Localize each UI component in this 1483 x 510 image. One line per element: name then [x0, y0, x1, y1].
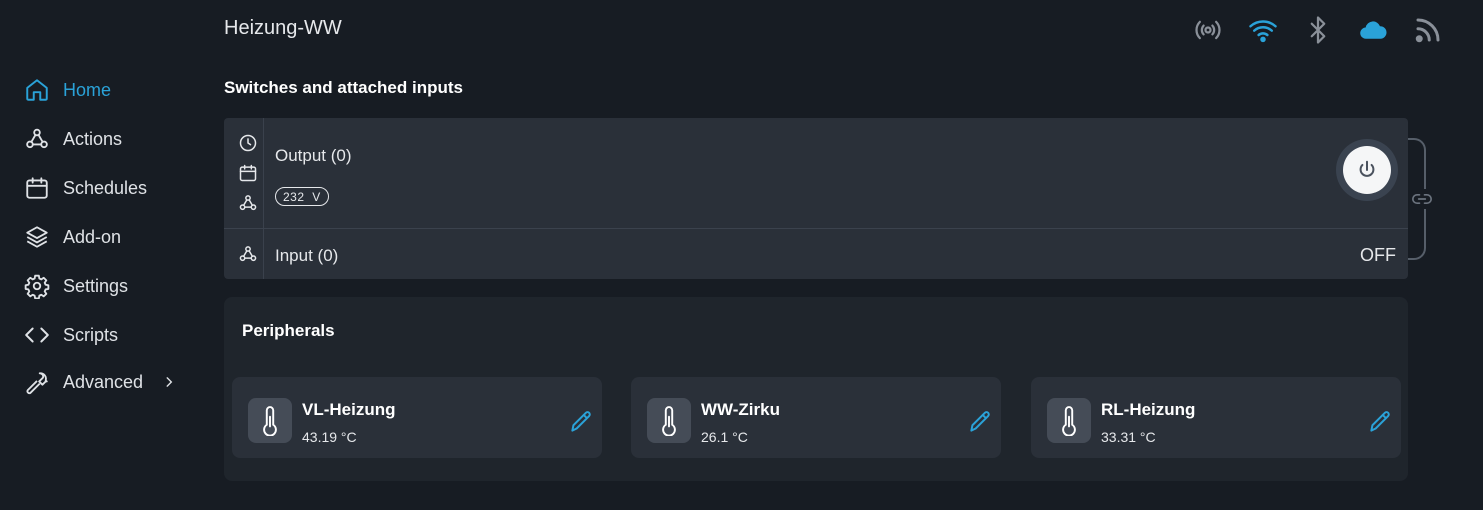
layers-icon	[26, 226, 48, 248]
thermometer-icon	[647, 398, 691, 443]
device-title: Heizung-WW	[224, 17, 342, 39]
peripherals-panel: Peripherals VL-Heizung 43.19 °C WW-Zirku…	[224, 297, 1408, 481]
peripheral-name: RL-Heizung	[1101, 400, 1196, 419]
sidebar-item-settings[interactable]: Settings	[24, 266, 128, 306]
link-icon[interactable]	[1411, 189, 1433, 209]
sidebar-item-scripts[interactable]: Scripts	[24, 315, 118, 355]
bluetooth-icon[interactable]	[1290, 14, 1345, 46]
sidebar-item-add-on[interactable]: Add-on	[24, 217, 121, 257]
peripheral-card[interactable]: RL-Heizung 33.31 °C	[1031, 377, 1401, 458]
sidebar-item-schedules[interactable]: Schedules	[24, 168, 147, 208]
peripheral-value: 43.19 °C	[302, 429, 357, 445]
output-label: Output (0)	[275, 146, 352, 165]
wifi-icon[interactable]	[1235, 14, 1290, 46]
peripheral-name: WW-Zirku	[701, 400, 780, 419]
sidebar-item-label: Advanced	[63, 371, 144, 392]
gear-icon	[24, 274, 50, 299]
pencil-icon[interactable]	[1367, 409, 1393, 435]
peripheral-name: VL-Heizung	[302, 400, 396, 419]
sidebar-item-label: Home	[63, 79, 112, 100]
webhook-icon[interactable]	[238, 193, 258, 213]
power-icon	[1359, 160, 1375, 177]
thermometer-icon	[248, 398, 292, 443]
peripheral-card[interactable]: VL-Heizung 43.19 °C	[232, 377, 602, 458]
peripheral-card[interactable]: WW-Zirku 26.1 °C	[631, 377, 1001, 458]
sidebar-item-label: Settings	[63, 275, 129, 296]
thermometer-icon	[1047, 398, 1091, 443]
sidebar-item-label: Scripts	[63, 324, 119, 345]
sidebar-item-actions[interactable]: Actions	[24, 119, 122, 159]
webhook-icon	[26, 128, 48, 149]
input-label: Input (0)	[275, 246, 339, 265]
code-icon	[25, 327, 49, 343]
input-state: OFF	[1360, 245, 1396, 265]
status-icons	[1180, 14, 1455, 46]
output-icon-column	[224, 118, 264, 228]
sidebar-item-label: Actions	[63, 128, 123, 149]
chevron-right-icon	[166, 377, 173, 387]
pencil-icon[interactable]	[967, 409, 993, 435]
sidebar-item-label: Schedules	[63, 177, 148, 198]
voltage-badge: 232 V	[275, 187, 329, 206]
section-title: Switches and attached inputs	[224, 78, 463, 97]
sidebar-item-home[interactable]: Home	[24, 70, 111, 110]
peripherals-title: Peripherals	[242, 321, 335, 340]
clock-icon[interactable]	[238, 133, 258, 153]
radio-signal-icon[interactable]	[1180, 14, 1235, 46]
home-icon	[26, 79, 48, 101]
sidebar-item-label: Add-on	[63, 226, 122, 247]
peripheral-value: 26.1 °C	[701, 429, 748, 445]
row-divider	[224, 228, 1408, 229]
peripheral-value: 33.31 °C	[1101, 429, 1156, 445]
power-toggle-button[interactable]	[1336, 139, 1398, 201]
rss-icon[interactable]	[1400, 14, 1455, 46]
sidebar-item-advanced[interactable]: Advanced	[24, 362, 176, 402]
input-icon-column	[224, 229, 264, 279]
calendar-icon[interactable]	[238, 163, 258, 183]
switch-card: Output (0) 232 V Input (0) OFF	[224, 118, 1408, 279]
wrench-icon	[26, 372, 48, 395]
cloud-icon[interactable]	[1345, 14, 1400, 46]
calendar-icon	[26, 177, 48, 199]
webhook-icon[interactable]	[238, 244, 258, 264]
pencil-icon[interactable]	[568, 409, 594, 435]
